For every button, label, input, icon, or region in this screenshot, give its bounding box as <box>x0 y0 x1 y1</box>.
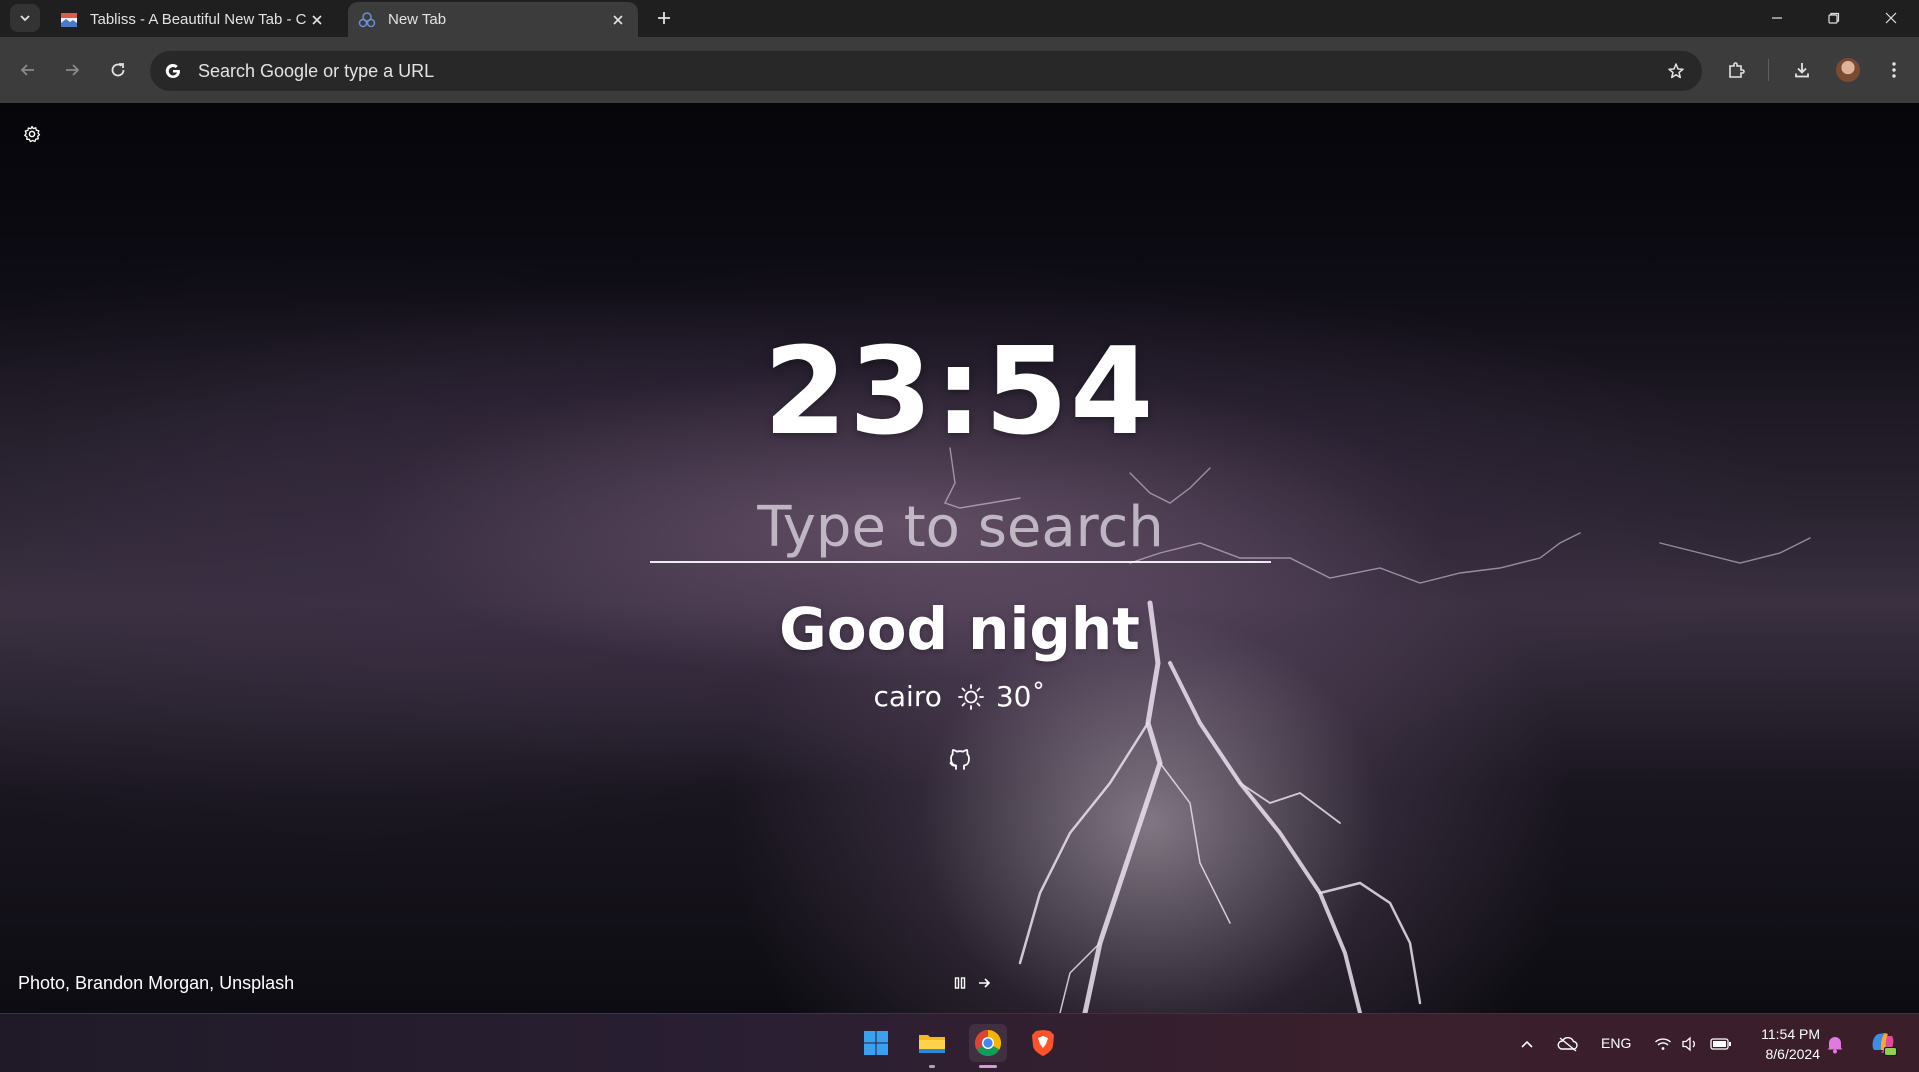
file-explorer-icon <box>919 1035 945 1053</box>
notifications-button[interactable] <box>1824 1033 1846 1055</box>
file-explorer-button[interactable] <box>913 1024 951 1068</box>
settings-button[interactable] <box>21 123 43 145</box>
tab-title: New Tab <box>388 11 447 28</box>
search-input[interactable] <box>650 493 1271 563</box>
tab-tabliss[interactable]: Tabliss - A Beautiful New Tab - C <box>52 2 337 37</box>
arrow-right-icon <box>66 64 80 76</box>
browser-menu-button[interactable] <box>1880 56 1908 84</box>
extensions-button[interactable] <box>1722 56 1750 84</box>
github-link[interactable] <box>945 744 975 774</box>
close-tab-icon[interactable] <box>608 10 628 30</box>
greeting-text: Good night <box>779 595 1140 663</box>
close-tab-icon[interactable] <box>307 10 327 30</box>
bookmark-button[interactable] <box>1664 59 1688 83</box>
google-icon <box>162 60 184 82</box>
chrome-icon <box>974 1029 1002 1057</box>
tabliss-favicon-icon <box>60 11 78 29</box>
cloud-offline-icon <box>1557 1036 1578 1052</box>
wifi-button[interactable] <box>1652 1033 1674 1055</box>
downloads-button[interactable] <box>1788 56 1816 84</box>
chevron-down-icon <box>20 15 30 22</box>
photo-credit: Photo, Brandon Morgan, Unsplash <box>18 973 294 994</box>
active-indicator <box>979 1065 997 1068</box>
weather-widget: cairo 30˚ <box>0 680 1919 713</box>
weather-city: cairo <box>873 680 942 713</box>
running-indicator <box>929 1065 935 1068</box>
start-button[interactable] <box>857 1024 895 1062</box>
onedrive-button[interactable] <box>1557 1033 1579 1055</box>
start-icon <box>864 1031 888 1055</box>
next-background-button[interactable] <box>976 974 992 992</box>
unsplash-link[interactable]: Unsplash <box>219 973 294 993</box>
copilot-button[interactable] <box>1868 1028 1898 1058</box>
pause-icon <box>954 977 966 989</box>
restore-icon <box>1828 12 1840 24</box>
close-window-button[interactable] <box>1879 6 1903 30</box>
credit-prefix: Photo, <box>18 973 76 993</box>
photographer-link[interactable]: Brandon Morgan <box>75 973 209 993</box>
show-hidden-icons-button[interactable] <box>1516 1033 1538 1055</box>
battery-charging-icon <box>1710 1038 1731 1050</box>
tabliss-cloud-favicon-icon <box>358 11 376 29</box>
clock-display: 23:54 <box>763 323 1156 462</box>
bell-icon <box>1827 1037 1843 1054</box>
minimize-icon <box>1772 17 1782 19</box>
wifi-icon <box>1655 1038 1671 1050</box>
puzzle-icon <box>1729 62 1745 78</box>
volume-button[interactable] <box>1679 1033 1701 1055</box>
minimize-button[interactable] <box>1765 6 1789 30</box>
address-bar[interactable] <box>150 51 1702 91</box>
battery-button[interactable] <box>1710 1033 1732 1055</box>
omnibox-input[interactable] <box>196 56 1616 86</box>
more-vertical-icon <box>1892 62 1896 78</box>
chrome-taskbar-button[interactable] <box>969 1024 1007 1068</box>
sun-icon <box>956 682 986 712</box>
download-icon <box>1795 63 1809 78</box>
taskbar: ENG 11:54 PM 8/6/2024 <box>0 1013 1919 1072</box>
toolbar-divider <box>1768 59 1769 81</box>
background-controls <box>952 974 992 992</box>
plus-icon <box>658 12 670 24</box>
brave-taskbar-button[interactable] <box>1024 1024 1062 1062</box>
forward-button[interactable] <box>58 56 86 84</box>
new-tab-button[interactable] <box>652 6 676 30</box>
credit-separator: , <box>209 973 220 993</box>
system-date: 8/6/2024 <box>1765 1046 1821 1062</box>
weather-temperature: 30˚ <box>995 680 1046 713</box>
restore-button[interactable] <box>1822 6 1846 30</box>
back-button[interactable] <box>14 56 42 84</box>
system-clock[interactable]: 11:54 PM 8/6/2024 <box>1740 1024 1820 1064</box>
brave-icon <box>1032 1030 1054 1056</box>
system-time: 11:54 PM <box>1761 1026 1820 1042</box>
reload-button[interactable] <box>104 56 132 84</box>
close-icon <box>1885 12 1897 24</box>
reload-icon <box>111 63 125 77</box>
gear-icon <box>24 125 41 143</box>
profile-avatar[interactable] <box>1836 58 1860 82</box>
browser-toolbar <box>0 37 1919 103</box>
star-icon <box>1668 63 1684 79</box>
copilot-icon <box>1872 1033 1897 1056</box>
arrow-right-icon <box>979 978 991 988</box>
tab-search-button[interactable] <box>10 4 40 32</box>
tab-new-tab[interactable]: New Tab <box>348 2 638 37</box>
speaker-icon <box>1682 1036 1695 1052</box>
pause-button[interactable] <box>952 974 968 992</box>
new-tab-page: 23:54 Good night cairo 30˚ Photo, Brando… <box>0 103 1919 1013</box>
chevron-up-icon <box>1521 1040 1533 1048</box>
github-icon <box>949 749 970 770</box>
tab-strip: Tabliss - A Beautiful New Tab - C New Ta… <box>0 0 1919 37</box>
language-indicator[interactable]: ENG <box>1601 1035 1631 1051</box>
arrow-left-icon <box>20 64 34 76</box>
tab-title: Tabliss - A Beautiful New Tab - C <box>90 11 307 28</box>
